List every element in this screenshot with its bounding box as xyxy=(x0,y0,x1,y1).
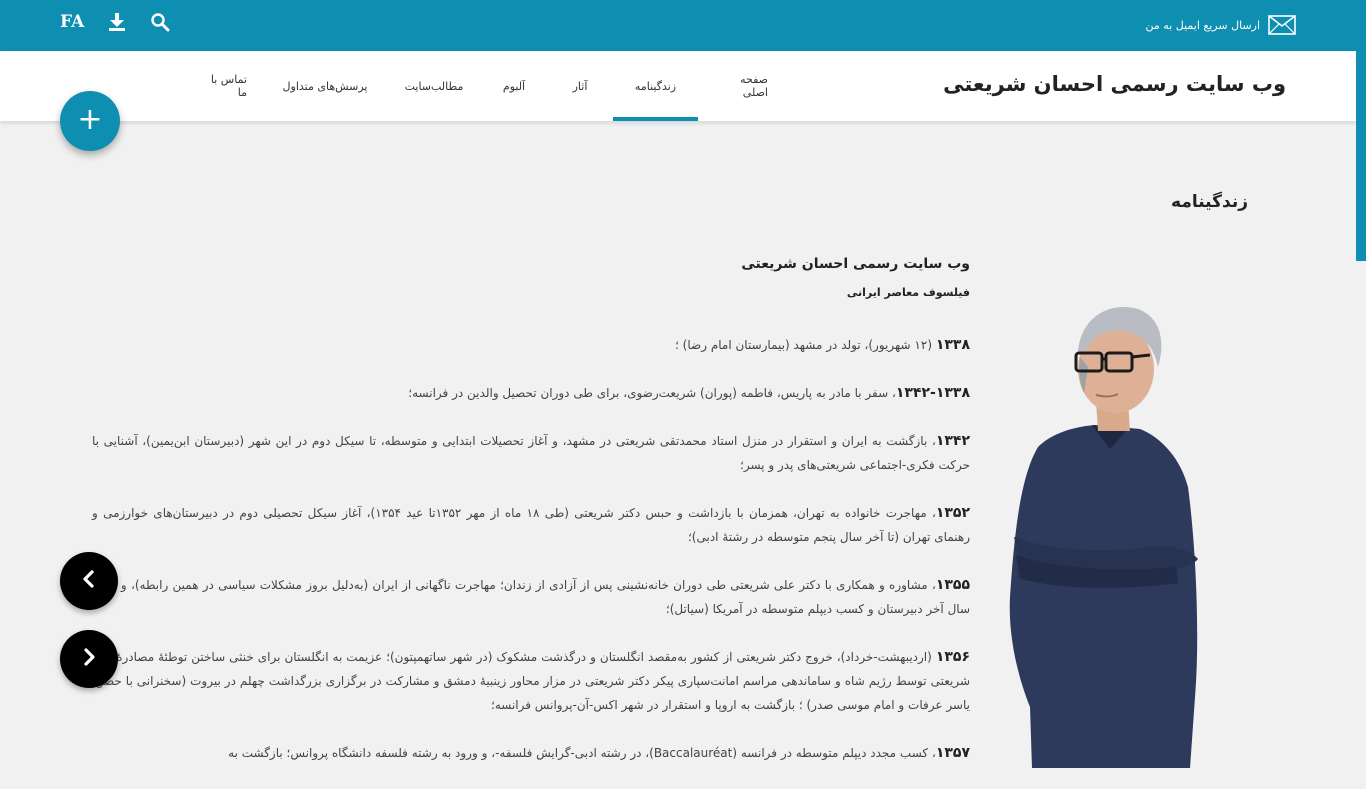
chevron-right-icon xyxy=(79,647,99,671)
site-title[interactable]: وب سایت رسمی احسان شریعتی xyxy=(943,72,1286,96)
timeline-text: (اردیبهشت-خرداد)، خروج دکتر شریعتی از کش… xyxy=(92,650,970,712)
quick-email-label: ارسال سریع ایمیل به من xyxy=(1145,18,1260,32)
download-icon[interactable] xyxy=(108,12,126,32)
top-bar: ارسال سریع ایمیل به من FA xyxy=(0,0,1366,51)
main-nav: صفحه اصلی زندگینامه آثار آلبوم مطالب‌سای… xyxy=(183,51,784,121)
next-button[interactable] xyxy=(60,630,118,688)
article-title: وب سایت رسمی احسان شریعتی xyxy=(741,256,970,272)
portrait-image xyxy=(1000,297,1205,768)
nav-works[interactable]: آثار xyxy=(547,51,613,121)
timeline-text: ، سفر با مادر به پاریس، فاطمه (پوران) شر… xyxy=(408,386,896,400)
timeline-entry: ۱۳۴۲، بازگشت به ایران و استقرار در منزل … xyxy=(92,429,970,477)
site-header: وب سایت رسمی احسان شریعتی صفحه اصلی زندگ… xyxy=(0,51,1356,121)
timeline-entry: ۱۳۵۷، کسب مجدد دیپلم متوسطه در فرانسه (B… xyxy=(92,741,970,765)
add-button[interactable]: + xyxy=(60,91,120,151)
nav-site-articles[interactable]: مطالب‌سایت xyxy=(387,51,481,121)
timeline-year: ۱۳۵۶ xyxy=(935,649,970,665)
previous-button[interactable] xyxy=(60,552,118,610)
timeline-text: (۱۲ شهریور)، تولد در مشهد (بیمارستان اما… xyxy=(675,338,936,352)
timeline-year: ۱۳۵۲ xyxy=(935,505,971,521)
mail-icon xyxy=(1268,15,1296,35)
biography-article: وب سایت رسمی احسان شریعتی فیلسوف معاصر ا… xyxy=(92,256,970,789)
timeline-year: ۱۳۴۲ xyxy=(935,433,970,449)
timeline-text: ، مهاجرت خانواده به تهران، همزمان با باز… xyxy=(92,506,970,544)
section-heading: زندگینامه xyxy=(1171,192,1248,212)
chevron-left-icon xyxy=(79,569,99,593)
timeline-text: ، مشاوره و همکاری با دکتر علی شریعتی طی … xyxy=(92,578,970,616)
timeline-text: ، بازگشت به ایران و استقرار در منزل استا… xyxy=(92,434,970,472)
timeline-entry: ۱۳۴۲-۱۳۳۸، سفر با مادر به پاریس، فاطمه (… xyxy=(92,381,970,405)
nav-album[interactable]: آلبوم xyxy=(481,51,547,121)
timeline-entry: ۱۳۵۲، مهاجرت خانواده به تهران، همزمان با… xyxy=(92,501,970,549)
nav-faq[interactable]: پرسش‌های متداول xyxy=(263,51,387,121)
timeline-entry: ۱۳۳۸ (۱۲ شهریور)، تولد در مشهد (بیمارستا… xyxy=(92,333,970,357)
nav-contact[interactable]: تماس با ما xyxy=(183,51,263,121)
timeline-entry: ۱۳۵۶ (اردیبهشت-خرداد)، خروج دکتر شریعتی … xyxy=(92,645,970,717)
nav-biography[interactable]: زندگینامه xyxy=(613,51,698,121)
timeline-year: ۱۳۵۷ xyxy=(935,745,970,761)
article-subtitle: فیلسوف معاصر ایرانی xyxy=(846,286,970,299)
timeline-year: ۱۳۳۸ xyxy=(935,337,970,353)
top-tools: FA xyxy=(60,12,170,32)
scrollbar-thumb[interactable] xyxy=(1356,51,1366,261)
timeline-year: ۱۳۴۲-۱۳۳۸ xyxy=(895,385,970,401)
search-icon[interactable] xyxy=(150,12,170,32)
nav-home[interactable]: صفحه اصلی xyxy=(698,51,784,121)
language-switch[interactable]: FA xyxy=(60,12,84,32)
quick-email-link[interactable]: ارسال سریع ایمیل به من xyxy=(1146,13,1296,37)
timeline-year: ۱۳۵۵ xyxy=(935,577,970,593)
timeline-text: ، کسب مجدد دیپلم متوسطه در فرانسه (Bacca… xyxy=(228,746,936,760)
timeline-entry: ۱۳۵۵، مشاوره و همکاری با دکتر علی شریعتی… xyxy=(92,573,970,621)
